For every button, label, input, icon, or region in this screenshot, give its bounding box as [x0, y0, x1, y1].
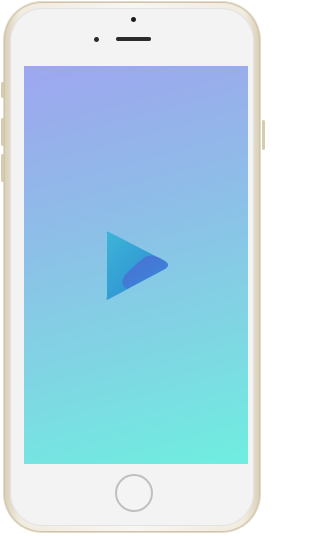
volume-down-button — [1, 154, 4, 182]
play-logo-icon[interactable] — [101, 227, 171, 303]
earpiece-speaker — [116, 37, 151, 41]
power-button — [262, 120, 265, 150]
proximity-sensor — [94, 37, 99, 42]
front-camera — [131, 17, 136, 22]
volume-up-button — [1, 118, 4, 146]
home-button[interactable] — [115, 474, 153, 512]
mute-switch — [1, 82, 4, 98]
app-splash-screen[interactable] — [24, 66, 248, 464]
